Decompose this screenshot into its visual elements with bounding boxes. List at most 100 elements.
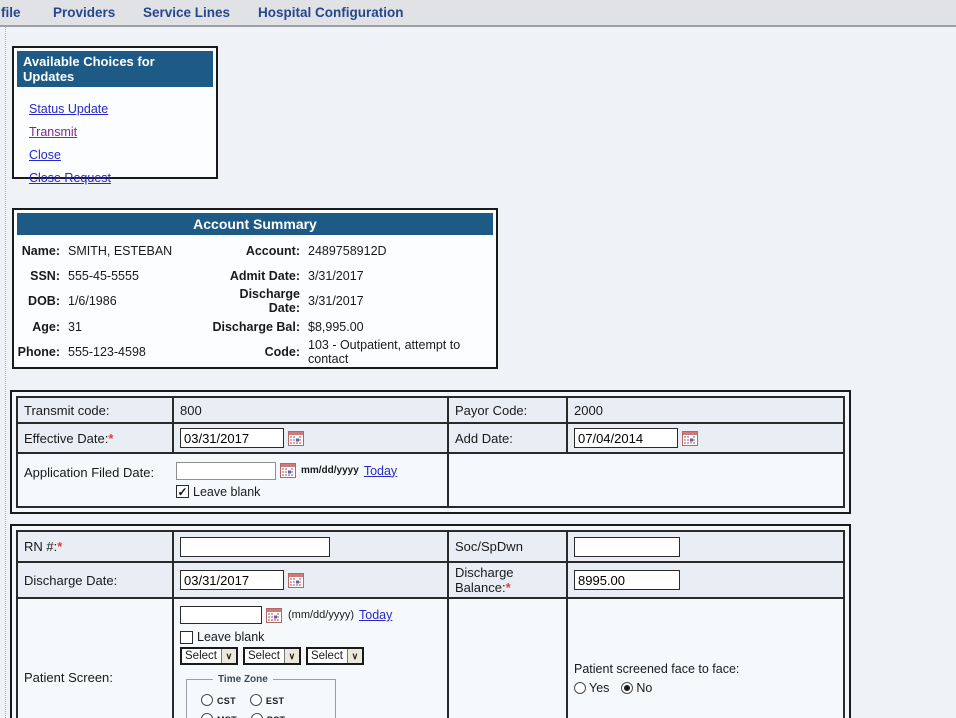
discharge-date-value: 3/31/2017: [308, 289, 496, 314]
code-value: 103 - Outpatient, attempt to contact: [308, 340, 496, 365]
account-label: Account:: [208, 238, 308, 263]
discharge-bal-label: Discharge Bal:: [208, 314, 308, 339]
face-to-face-no-radio[interactable]: [621, 682, 633, 694]
face-to-face-cell: Patient screened face to face: Yes No: [567, 598, 844, 718]
patient-screen-select-2[interactable]: Select ∨: [243, 647, 301, 665]
admit-date-label: Admit Date:: [208, 263, 308, 288]
timezone-est-radio[interactable]: [250, 694, 262, 706]
ssn-value: 555-45-5555: [68, 263, 208, 288]
rn-number-cell: [173, 531, 448, 562]
calendar-icon[interactable]: [682, 431, 698, 446]
dob-value: 1/6/1986: [68, 289, 208, 314]
leave-blank-label: Leave blank: [193, 485, 260, 499]
calendar-icon[interactable]: [288, 573, 304, 588]
ssn-label: SSN:: [14, 263, 68, 288]
menu-item-hospital-configuration[interactable]: Hospital Configuration: [258, 5, 404, 20]
dob-label: DOB:: [14, 289, 68, 314]
select-value: Select: [245, 649, 284, 663]
required-marker: *: [506, 580, 511, 595]
discharge-bal-value: $8,995.00: [308, 314, 496, 339]
transmit-form-table: Transmit code: 800 Payor Code: 2000 Effe…: [10, 390, 851, 514]
age-value: 31: [68, 314, 208, 339]
calendar-icon[interactable]: [288, 431, 304, 446]
patient-form-table: RN #:* Soc/SpDwn Discharge Date: Dischar…: [10, 524, 851, 718]
effective-date-cell: [173, 423, 448, 453]
soc-spdwn-label: Soc/SpDwn: [448, 531, 567, 562]
today-link[interactable]: Today: [359, 608, 392, 622]
face-to-face-yes-label: Yes: [589, 681, 609, 695]
timezone-mst-radio[interactable]: [201, 713, 213, 718]
application-filed-date-input[interactable]: [176, 462, 276, 480]
add-date-cell: [567, 423, 844, 453]
account-summary-header: Account Summary: [17, 213, 493, 235]
today-link[interactable]: Today: [364, 464, 397, 478]
name-label: Name:: [14, 238, 68, 263]
calendar-icon[interactable]: [266, 608, 282, 623]
payor-code-label: Payor Code:: [448, 397, 567, 423]
discharge-date-form-label: Discharge Date:: [17, 562, 173, 598]
phone-value: 555-123-4598: [68, 340, 208, 365]
empty-cell: [448, 453, 844, 507]
close-request-link[interactable]: Close Request: [29, 167, 216, 190]
add-date-input[interactable]: [574, 428, 678, 448]
account-value: 2489758912D: [308, 238, 496, 263]
menu-item-file[interactable]: file: [1, 5, 21, 20]
name-value: SMITH, ESTEBAN: [68, 238, 208, 263]
discharge-balance-cell: [567, 562, 844, 598]
chevron-down-icon: ∨: [284, 649, 299, 663]
date-format-hint: mm/dd/yyyy: [301, 465, 359, 476]
discharge-date-cell: [173, 562, 448, 598]
select-value: Select: [308, 649, 347, 663]
phone-label: Phone:: [14, 340, 68, 365]
discharge-balance-label: Discharge Balance:*: [448, 562, 567, 598]
status-update-link[interactable]: Status Update: [29, 98, 216, 121]
patient-screen-label: Patient Screen:: [17, 598, 173, 718]
chevron-down-icon: ∨: [221, 649, 236, 663]
available-choices-links: Status Update Transmit Close Close Reque…: [14, 90, 216, 190]
close-link[interactable]: Close: [29, 144, 216, 167]
transmit-code-label: Transmit code:: [17, 397, 173, 423]
face-to-face-yes-radio[interactable]: [574, 682, 586, 694]
required-marker: *: [108, 431, 113, 446]
top-menu-bar: file Providers Service Lines Hospital Co…: [0, 0, 956, 27]
account-summary-grid: Name: SMITH, ESTEBAN Account: 2489758912…: [14, 238, 496, 365]
rn-number-input[interactable]: [180, 537, 330, 557]
calendar-icon[interactable]: [280, 463, 296, 478]
empty-cell: [448, 598, 567, 718]
time-zone-legend: Time Zone: [213, 674, 273, 685]
timezone-pst-radio[interactable]: [251, 713, 263, 718]
face-to-face-no-label: No: [636, 681, 652, 695]
frame-divider: [5, 27, 6, 718]
admit-date-value: 3/31/2017: [308, 263, 496, 288]
menu-item-service-lines[interactable]: Service Lines: [143, 5, 230, 20]
payor-code-value: 2000: [567, 397, 844, 423]
available-choices-header: Available Choices for Updates: [17, 51, 213, 87]
available-choices-panel: Available Choices for Updates Status Upd…: [12, 46, 218, 179]
effective-date-input[interactable]: [180, 428, 284, 448]
patient-screen-select-1[interactable]: Select ∨: [180, 647, 238, 665]
patient-screen-date-input[interactable]: [180, 606, 262, 624]
effective-date-label: Effective Date:*: [17, 423, 173, 453]
soc-spdwn-cell: [567, 531, 844, 562]
time-zone-fieldset: Time Zone CST EST MST PST: [186, 674, 336, 718]
leave-blank-checkbox[interactable]: ✓: [176, 485, 189, 498]
leave-blank-label: Leave blank: [197, 630, 264, 644]
application-filed-date-label: Application Filed Date:: [24, 462, 176, 480]
timezone-cst-label: CST: [217, 696, 236, 706]
timezone-cst-radio[interactable]: [201, 694, 213, 706]
menu-item-providers[interactable]: Providers: [53, 5, 115, 20]
age-label: Age:: [14, 314, 68, 339]
account-summary-panel: Account Summary Name: SMITH, ESTEBAN Acc…: [12, 208, 498, 369]
checkmark-icon: ✓: [177, 486, 187, 498]
discharge-date-label: Discharge Date:: [208, 289, 308, 314]
application-filed-date-cell: Application Filed Date: mm/dd/yyyy Today…: [17, 453, 448, 507]
transmit-code-value: 800: [173, 397, 448, 423]
patient-screen-select-3[interactable]: Select ∨: [306, 647, 364, 665]
soc-spdwn-input[interactable]: [574, 537, 680, 557]
transmit-link[interactable]: Transmit: [29, 121, 216, 144]
select-value: Select: [182, 649, 221, 663]
discharge-balance-input[interactable]: [574, 570, 680, 590]
discharge-date-input[interactable]: [180, 570, 284, 590]
chevron-down-icon: ∨: [347, 649, 362, 663]
leave-blank-checkbox[interactable]: ✓: [180, 631, 193, 644]
